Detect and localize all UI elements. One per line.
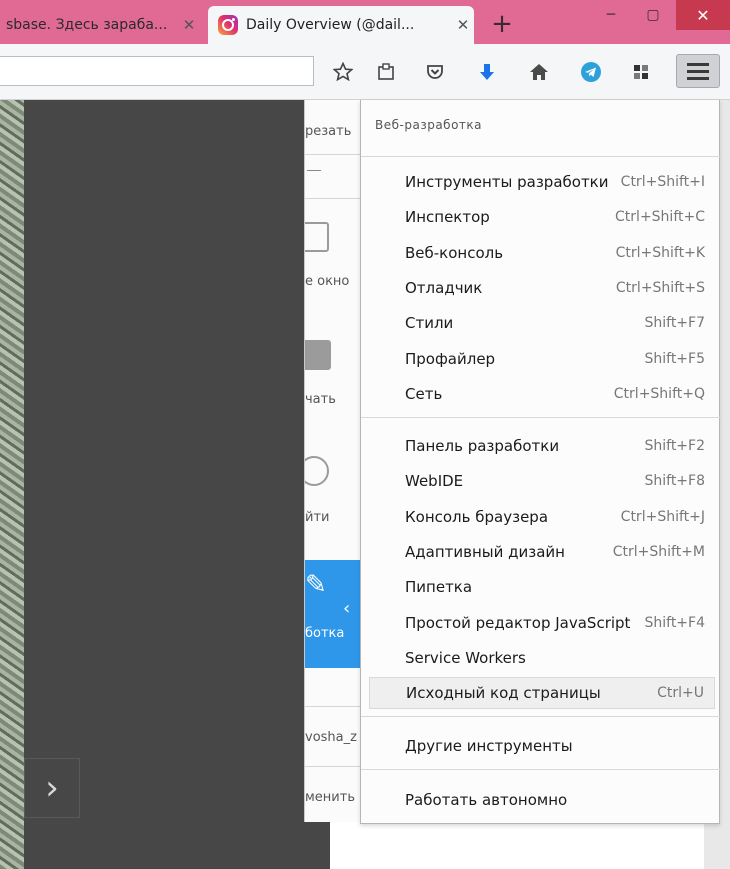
menu-item-label: Service Workers — [405, 648, 526, 667]
menu-item-shortcut: Shift+F8 — [644, 473, 705, 490]
panel-label-account[interactable]: vosha_z — [305, 730, 357, 745]
menu-separator — [361, 716, 721, 718]
pocket-icon[interactable] — [422, 58, 448, 86]
print-icon — [305, 340, 331, 370]
tab-sbase[interactable]: sbase. Здесь зараба... ✕ — [0, 6, 200, 44]
panel-divider — [305, 766, 364, 767]
menu-item[interactable]: Пипетка — [369, 571, 715, 603]
menu-item-shortcut: Ctrl+Shift+K — [615, 244, 705, 261]
panel-label-print[interactable]: чать — [305, 392, 336, 407]
menu-item-shortcut: Shift+F4 — [644, 614, 705, 631]
page-dark-area — [24, 100, 330, 869]
panel-divider — [305, 706, 364, 707]
menu-item[interactable]: Исходный код страницы Ctrl+U — [369, 677, 715, 710]
tab-close-icon[interactable]: ✕ — [178, 16, 200, 34]
panel-label-developer: ботка — [305, 626, 345, 641]
menu-item-label: Веб-консоль — [405, 243, 504, 262]
telegram-icon[interactable] — [578, 58, 604, 86]
menu-item-label: Профайлер — [405, 349, 496, 368]
bookmark-star-icon[interactable] — [330, 58, 356, 86]
menu-item[interactable]: Инструменты разработки Ctrl+Shift+I — [369, 166, 715, 198]
menu-item-label: Простой редактор JavaScript — [405, 613, 631, 632]
menu-item[interactable]: Сеть Ctrl+Shift+Q — [369, 378, 715, 410]
menu-item[interactable]: Инспектор Ctrl+Shift+C — [369, 201, 715, 233]
extension-icon[interactable] — [628, 58, 654, 86]
hamburger-menu-icon[interactable] — [676, 54, 720, 88]
menu-item[interactable]: Адаптивный дизайн Ctrl+Shift+M — [369, 536, 715, 568]
menu-item-label: Инспектор — [405, 208, 490, 227]
menu-item-label: Отладчик — [405, 278, 483, 297]
menu-item[interactable]: Панель разработки Shift+F2 — [369, 430, 715, 462]
menu-item-label: Панель разработки — [405, 437, 560, 455]
menu-item[interactable]: Service Workers — [369, 642, 715, 674]
panel-label-cut[interactable]: резать — [305, 124, 351, 139]
menu-separator — [361, 769, 721, 771]
panel-label-new-window[interactable]: е окно — [305, 274, 349, 289]
reading-list-icon[interactable] — [373, 58, 399, 86]
menu-item-shortcut: Ctrl+Shift+M — [612, 543, 705, 560]
panel-label-customize[interactable]: менить — [305, 790, 355, 805]
new-tab-button[interactable]: + — [486, 10, 518, 40]
menu-item-shortcut: Ctrl+U — [657, 685, 704, 702]
download-icon[interactable] — [474, 58, 500, 86]
tab-strip: sbase. Здесь зараба... ✕ Daily Overview … — [0, 0, 730, 44]
find-icon — [305, 456, 329, 486]
page-image-strip — [0, 100, 24, 869]
main-menu-panel: резать е окно чать йти ✎ ‹ ботка vosha_z… — [304, 100, 364, 822]
tab-close-icon[interactable]: ✕ — [452, 16, 474, 34]
menu-item-shortcut: Shift+F7 — [644, 315, 705, 332]
menu-separator — [361, 156, 721, 157]
menu-item-shortcut: Shift+F5 — [644, 350, 705, 367]
next-arrow-icon[interactable]: › — [24, 758, 80, 818]
wrench-icon: ✎ — [305, 570, 327, 600]
tab-title: Daily Overview (@dail... — [246, 17, 415, 33]
menu-item[interactable]: Профайлер Shift+F5 — [369, 343, 715, 375]
menu-item-label: Сеть — [405, 384, 443, 403]
menu-item-label: Инструменты разработки — [405, 173, 609, 191]
new-window-icon — [305, 222, 329, 252]
url-bar[interactable] — [0, 56, 314, 86]
home-icon[interactable] — [526, 58, 552, 86]
menu-item-label: WebIDE — [405, 472, 464, 491]
menu-item-shortcut: Ctrl+Shift+Q — [613, 385, 705, 402]
submenu-header: Веб-разработка — [375, 118, 483, 132]
instagram-icon — [218, 15, 238, 35]
menu-item-label: Работать автономно — [405, 791, 568, 809]
panel-divider — [305, 198, 364, 199]
tab-title: sbase. Здесь зараба... — [6, 17, 168, 33]
menu-item-shortcut: Shift+F2 — [644, 438, 705, 454]
menu-item[interactable]: Отладчик Ctrl+Shift+S — [369, 272, 715, 304]
menu-item-label: Пипетка — [405, 578, 473, 597]
menu-item-shortcut: Ctrl+Shift+C — [615, 209, 705, 226]
tab-daily-overview[interactable]: Daily Overview (@dail... ✕ — [208, 6, 474, 44]
maximize-button[interactable]: ▢ — [632, 0, 674, 30]
menu-item-shortcut: Ctrl+Shift+S — [615, 279, 705, 296]
menu-item[interactable]: Простой редактор JavaScript Shift+F4 — [369, 607, 715, 639]
menu-item[interactable]: Другие инструменты — [369, 730, 715, 762]
menu-item[interactable]: WebIDE Shift+F8 — [369, 465, 715, 497]
panel-divider — [305, 154, 364, 155]
chevron-left-icon: ‹ — [343, 598, 351, 619]
minimize-button[interactable]: ─ — [590, 0, 632, 30]
menu-item-label: Адаптивный дизайн — [405, 542, 565, 561]
menu-item-label: Исходный код страницы — [406, 684, 601, 703]
menu-separator — [361, 417, 721, 419]
panel-zoom-minus[interactable] — [307, 170, 321, 171]
menu-item[interactable]: Стили Shift+F7 — [369, 307, 715, 339]
web-developer-submenu: Веб-разработка Инструменты разработки Ctr… — [360, 100, 721, 824]
menu-item-label: Консоль браузера — [405, 507, 549, 526]
close-window-button[interactable]: ✕ — [676, 0, 730, 30]
panel-label-find[interactable]: йти — [305, 510, 329, 525]
menu-item-shortcut: Ctrl+Shift+J — [620, 508, 705, 525]
menu-item-label: Другие инструменты — [405, 737, 573, 755]
navigation-toolbar — [0, 44, 730, 100]
menu-item-label: Стили — [405, 314, 454, 333]
panel-developer-button[interactable]: ✎ ‹ ботка — [305, 560, 364, 668]
menu-item[interactable]: Работать автономно — [369, 784, 715, 816]
menu-item-shortcut: Ctrl+Shift+I — [620, 174, 705, 190]
menu-item[interactable]: Веб-консоль Ctrl+Shift+K — [369, 237, 715, 269]
menu-item[interactable]: Консоль браузера Ctrl+Shift+J — [369, 501, 715, 533]
